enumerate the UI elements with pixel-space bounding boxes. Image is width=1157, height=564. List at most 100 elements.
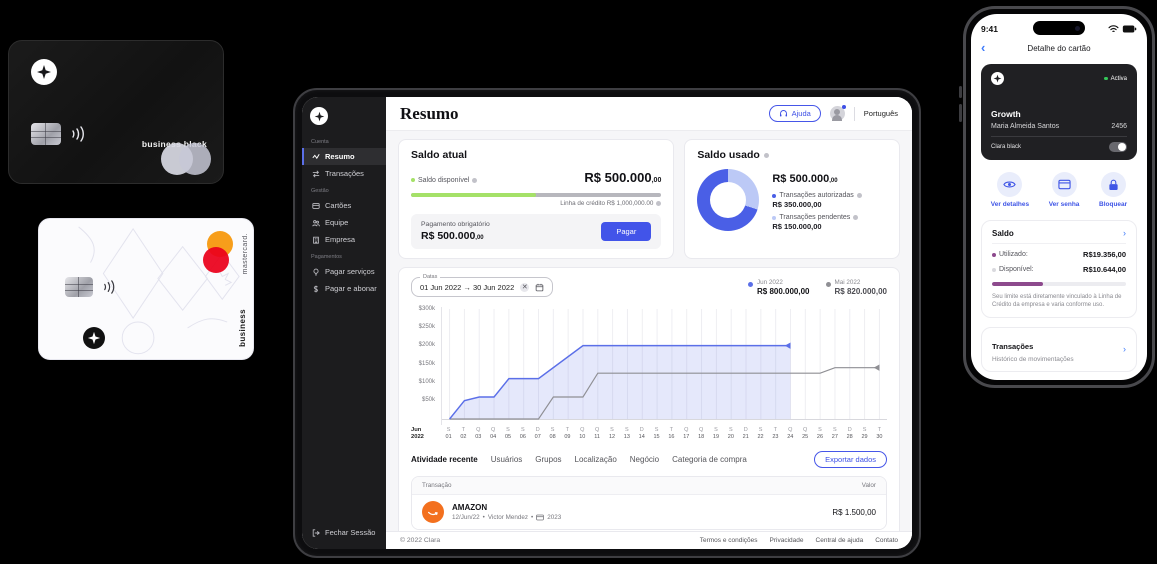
x-tick-label: S 29 xyxy=(861,427,868,440)
chevron-right-icon[interactable]: › xyxy=(1123,345,1126,354)
dashboard-screen: Cuenta Resumo Transações Gestão Cartões … xyxy=(302,97,912,549)
action-ver-senha[interactable]: Ver senha xyxy=(1049,172,1079,208)
available-cents: ,00 xyxy=(651,177,662,184)
table-row[interactable]: AMAZON 12/Jun/22 • Victor Mendez • 2023 xyxy=(412,495,886,529)
tab-grupos[interactable]: Grupos xyxy=(535,455,561,464)
transfer-icon xyxy=(312,169,320,178)
main-area: Resumo Ajuda Português Saldo atual Saldo… xyxy=(386,97,912,549)
action-ver-detalhes[interactable]: Ver detalhes xyxy=(991,172,1029,208)
mastercard-wordmark: mastercard. xyxy=(242,233,249,275)
phone-status-bar: 9:41 xyxy=(981,21,1137,36)
x-tick-label: Q 25 xyxy=(802,427,809,440)
tab-atividade-recente[interactable]: Atividade recente xyxy=(411,455,478,464)
pending-label: Transações pendentes xyxy=(779,214,851,221)
saldo-usado-card: Saldo usado R$ 500.000,00 Transações aut… xyxy=(684,139,900,259)
sidebar-item-transacoes[interactable]: Transações xyxy=(302,165,386,182)
limit-caption: Seu limite está diretamente vinculado à … xyxy=(992,294,1122,309)
card-icon xyxy=(312,202,320,209)
sidebar-section-gestao: Gestão xyxy=(311,188,329,194)
credit-progress-track xyxy=(411,193,662,197)
tab-negocio[interactable]: Negócio xyxy=(630,455,659,464)
tab-localizacao[interactable]: Localização xyxy=(575,455,617,464)
chevron-right-icon[interactable]: › xyxy=(1123,229,1126,238)
y-tick-label: $100k xyxy=(418,378,435,385)
action-bloquear[interactable]: Bloquear xyxy=(1099,172,1127,208)
logout-label: Fechar Sessão xyxy=(325,528,376,537)
sidebar-item-label: Pagar serviços xyxy=(325,267,375,276)
sidebar-item-equipe[interactable]: Equipe xyxy=(302,214,386,231)
lock-icon xyxy=(1108,179,1118,190)
pay-button[interactable]: Pagar xyxy=(601,222,652,241)
footer-link-termos[interactable]: Termos e condições xyxy=(700,537,758,544)
info-icon[interactable] xyxy=(853,215,859,220)
phone-screen: 9:41 Detalhe do cartão ‹ Activa Growth M… xyxy=(971,14,1147,380)
clara-star-logo xyxy=(991,72,1004,85)
bulb-icon xyxy=(313,268,319,276)
camera-dot xyxy=(1075,25,1080,31)
status-time: 9:41 xyxy=(981,23,999,34)
card-tier-label: business xyxy=(238,309,247,347)
card-variant-label: Clara black xyxy=(991,144,1022,150)
copyright: © 2022 Clara xyxy=(400,537,441,544)
x-tick-label: S 05 xyxy=(504,427,512,440)
avatar[interactable] xyxy=(829,105,846,121)
virtual-card: Activa Growth Maria Almeida Santos 2456 … xyxy=(981,64,1137,160)
x-tick-label: D 21 xyxy=(742,427,749,440)
tab-categoria-de-compra[interactable]: Categoria de compra xyxy=(672,455,747,464)
used-label: Utilizado: xyxy=(999,251,1028,258)
sidebar-item-pagar-e-abonar[interactable]: Pagar e abonar xyxy=(302,280,386,297)
action-label: Ver detalhes xyxy=(990,201,1030,208)
phone-actions: Ver detalhes Ver senha Bloquear xyxy=(981,172,1137,208)
spend-chart-svg xyxy=(442,309,887,420)
tabs-row: Atividade recente Usuários Grupos Locali… xyxy=(411,451,887,468)
card-chip xyxy=(65,277,93,297)
export-button[interactable]: Exportar dados xyxy=(814,451,887,468)
x-tick-label: S 15 xyxy=(653,427,660,440)
saldo-section[interactable]: Saldo › Utilizado: R$19.356,00 Disponíve… xyxy=(981,220,1137,319)
sidebar-item-label: Empresa xyxy=(325,235,356,244)
x-tick-label: S 20 xyxy=(727,427,734,440)
x-tick-label: S 22 xyxy=(757,427,764,440)
help-button[interactable]: Ajuda xyxy=(768,105,821,122)
limit-progress-fill xyxy=(992,282,1043,286)
credit-line-label: Linha de crédito R$ 1,000,000.00 xyxy=(560,200,654,207)
x-tick-label: D 14 xyxy=(638,427,645,440)
mandatory-payment-box: Pagamento obrigatório R$ 500.000,00 Paga… xyxy=(411,214,662,249)
saldo-atual-title: Saldo atual xyxy=(411,149,468,161)
footer-link-central-de-ajuda[interactable]: Central de ajuda xyxy=(816,537,864,544)
x-tick-label: S 27 xyxy=(831,427,838,440)
tab-usuarios[interactable]: Usuários xyxy=(491,455,523,464)
mastercard-logo xyxy=(203,231,233,275)
card-variant-toggle[interactable] xyxy=(1109,142,1127,152)
sidebar-item-label: Resumo xyxy=(325,152,355,161)
sidebar-item-empresa[interactable]: Empresa xyxy=(302,231,386,248)
green-dot xyxy=(411,178,415,182)
sidebar-item-logout[interactable]: Fechar Sessão xyxy=(302,524,386,541)
info-icon[interactable] xyxy=(472,177,478,183)
legend-value: R$ 800.000,00 xyxy=(757,287,810,296)
transactions-section[interactable]: Transações Histórico de movimentações › xyxy=(981,327,1137,373)
info-icon[interactable] xyxy=(856,193,862,198)
language-selector[interactable]: Português xyxy=(864,109,898,118)
info-icon[interactable] xyxy=(763,152,769,158)
y-tick-label: $50k xyxy=(421,397,435,404)
footer-link-contato[interactable]: Contato xyxy=(875,537,898,544)
sidebar-item-pagar-servicos[interactable]: Pagar serviços xyxy=(302,263,386,280)
used-total: R$ 500.000 xyxy=(772,173,830,185)
available-label: Disponível: xyxy=(999,266,1034,273)
tablet-device: Cuenta Resumo Transações Gestão Cartões … xyxy=(293,88,921,558)
calendar-icon[interactable] xyxy=(535,283,544,292)
chart-x-labels: S 01 T 02 Q 03 Q 04 S 05 S 06 D 07 S 08 T 09 Q 10 Q 11 S 12 S 13 D… xyxy=(441,427,887,442)
purple-dot xyxy=(992,252,996,257)
building-icon xyxy=(313,236,319,244)
bullet: • xyxy=(531,514,534,521)
sidebar-item-cartoes[interactable]: Cartões xyxy=(302,197,386,214)
card-icon xyxy=(1057,179,1071,190)
card-plan: Growth xyxy=(991,109,1021,119)
date-range-field[interactable]: Datas 01 Jun 2022 → 30 Jun 2022 ✕ xyxy=(411,274,554,297)
info-icon[interactable] xyxy=(656,201,662,206)
sidebar-item-label: Cartões xyxy=(325,201,352,210)
clear-date-icon[interactable]: ✕ xyxy=(520,283,530,292)
footer-link-privacidade[interactable]: Privacidade xyxy=(770,537,804,544)
sidebar-item-resumo[interactable]: Resumo xyxy=(302,148,386,165)
